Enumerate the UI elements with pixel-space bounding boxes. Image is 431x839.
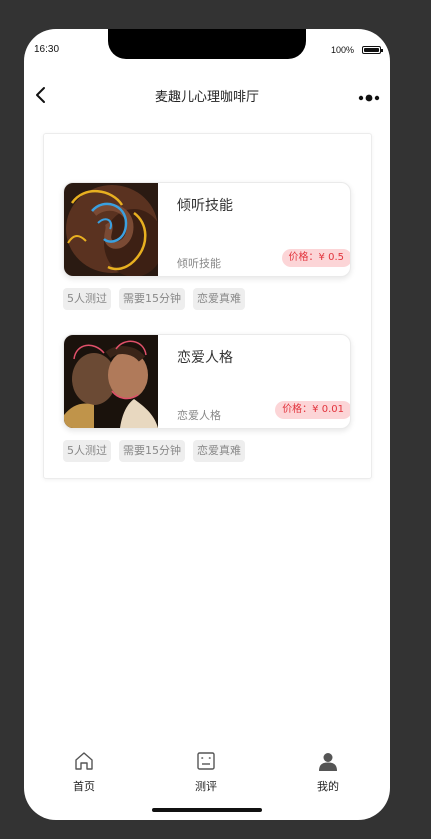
price-badge: 价格：¥ 0.01 [275,401,350,419]
test-subtitle: 倾听技能 [177,257,221,270]
user-icon [319,753,337,771]
tag-taken-count: 5人测过 [63,288,111,310]
ear-illustration [64,183,158,276]
tag-category: 恋爱真难 [193,440,245,462]
phone-screen: 16:30 100% 麦趣儿心理咖啡厅 倾听技能 倾听技能 价格：¥ 0.5 5… [24,29,390,820]
tab-home[interactable]: 首页 [39,750,129,794]
list-item: 倾听技能 倾听技能 价格：¥ 0.5 5人测过 需要15分钟 恋爱真难 [63,182,351,310]
assessment-icon [197,752,215,770]
battery-icon [362,46,383,54]
tab-label: 我的 [317,780,339,793]
list-item: 恋爱人格 恋爱人格 价格：¥ 0.01 5人测过 需要15分钟 恋爱真难 [63,334,351,462]
price-badge: 价格：¥ 0.5 [281,249,350,267]
test-card[interactable]: 恋爱人格 恋爱人格 价格：¥ 0.01 [63,334,351,429]
tab-label: 测评 [195,780,217,793]
home-indicator [152,808,262,812]
status-time: 16:30 [34,44,60,55]
test-card[interactable]: 倾听技能 倾听技能 价格：¥ 0.5 [63,182,351,277]
tag-taken-count: 5人测过 [63,440,111,462]
tab-mine[interactable]: 我的 [283,750,373,794]
test-subtitle: 恋爱人格 [177,409,221,422]
couple-illustration [64,335,158,428]
tab-label: 首页 [73,780,95,793]
tag-row: 5人测过 需要15分钟 恋爱真难 [63,287,351,310]
device-notch [108,29,306,59]
tag-duration: 需要15分钟 [119,440,185,462]
battery-percent: 100% [330,45,354,55]
home-icon [75,752,93,770]
tag-duration: 需要15分钟 [119,288,185,310]
test-thumbnail [64,183,158,276]
test-thumbnail [64,335,158,428]
tab-assessment[interactable]: 测评 [161,750,251,794]
test-list-panel: 倾听技能 倾听技能 价格：¥ 0.5 5人测过 需要15分钟 恋爱真难 恋爱人格… [43,133,372,479]
more-dots-icon [358,94,380,102]
page-title: 麦趣儿心理咖啡厅 [154,90,259,105]
tag-category: 恋爱真难 [193,288,245,310]
test-title: 倾听技能 [177,198,233,214]
more-button[interactable] [358,89,380,102]
test-title: 恋爱人格 [177,350,233,366]
tag-row: 5人测过 需要15分钟 恋爱真难 [63,439,351,462]
